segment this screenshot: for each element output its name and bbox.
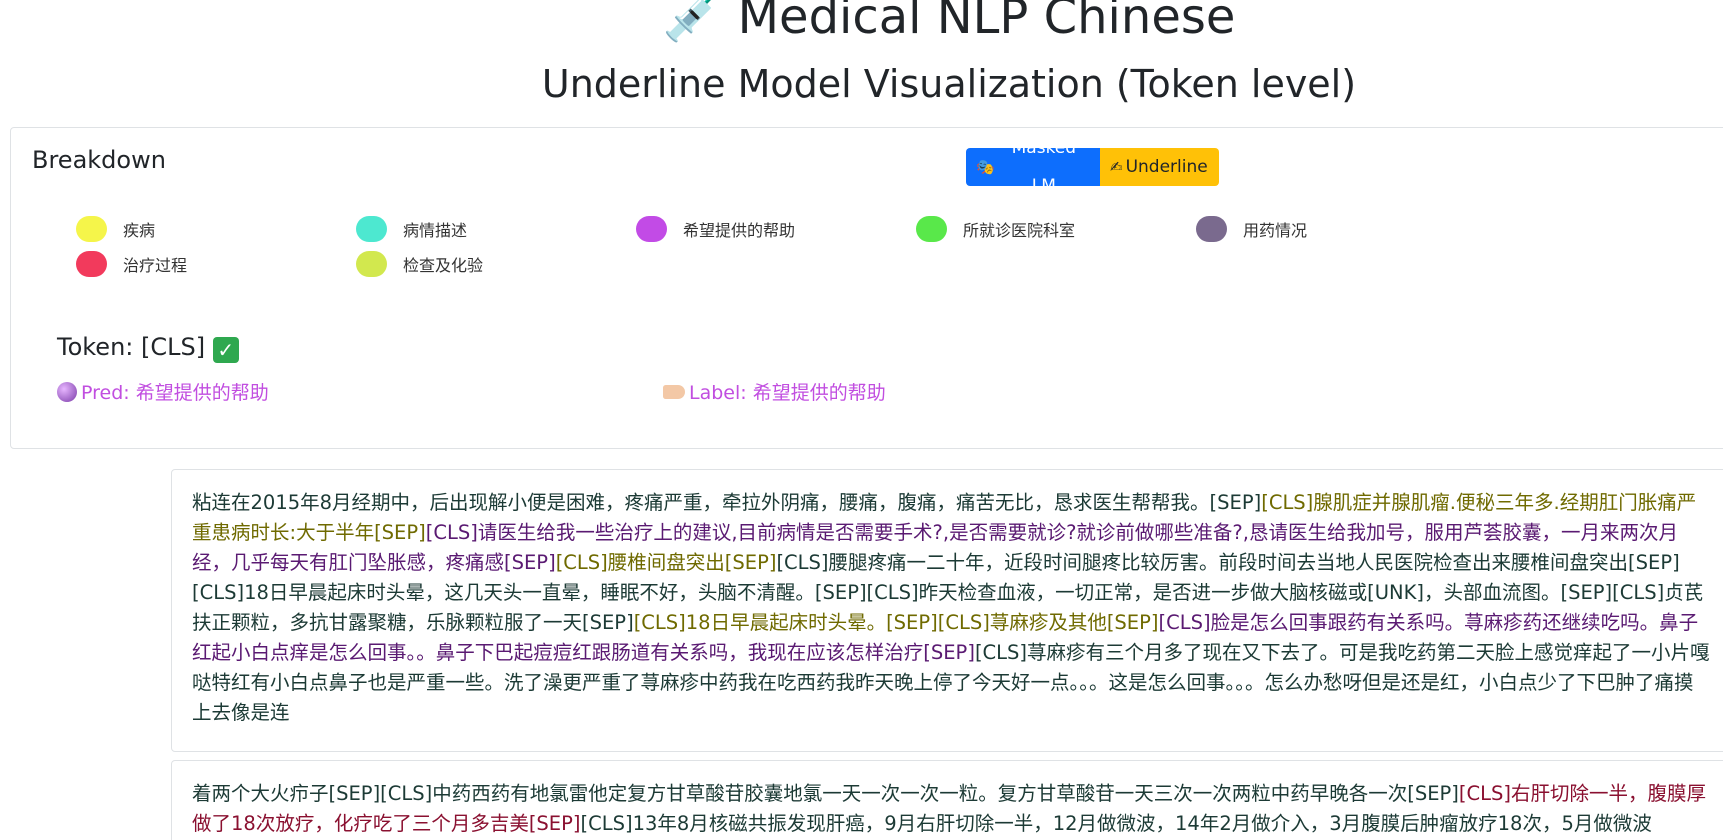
legend-item: 所就诊医院科室 bbox=[916, 216, 1075, 242]
legend-label: 希望提供的帮助 bbox=[683, 221, 796, 240]
text-sample-body: 粘连在2015年8月经期中，后出现解小便是困难，疼痛严重，牵拉外阴痛，腰痛，腹痛… bbox=[192, 488, 1712, 728]
legend-label: 检查及化验 bbox=[403, 256, 484, 275]
legend: 疾病 病情描述 希望提供的帮助 所就诊医院科室 用药情况治疗过程 检查及化验 bbox=[76, 216, 1676, 296]
legend-label: 疾病 bbox=[123, 221, 156, 240]
underline-icon: ✍ bbox=[1110, 158, 1123, 176]
text-sample-body: 着两个大火疖子[SEP][CLS]中药西药有地氯雷他定复方甘草酸苷胶囊地氯一天一… bbox=[192, 779, 1712, 839]
prediction: Pred: 希望提供的帮助 bbox=[57, 378, 269, 405]
legend-label: 所就诊医院科室 bbox=[963, 221, 1076, 240]
token-heading: Token: [CLS] ✓ bbox=[57, 333, 239, 363]
legend-color-dot bbox=[356, 216, 387, 242]
legend-color-dot bbox=[76, 251, 107, 277]
text-sample: 粘连在2015年8月经期中，后出现解小便是困难，疼痛严重，牵拉外阴痛，腰痛，腹痛… bbox=[171, 469, 1723, 752]
breakdown-title: Breakdown bbox=[32, 146, 166, 174]
legend-label: 病情描述 bbox=[403, 221, 468, 240]
legend-item: 用药情况 bbox=[1196, 216, 1307, 242]
legend-color-dot bbox=[356, 251, 387, 277]
page-subtitle: Underline Model Visualization (Token lev… bbox=[541, 62, 1357, 106]
legend-color-dot bbox=[916, 216, 947, 242]
text-segment: [CLS]13年8月核磁共振发现肝癌，9月右肝切除一半，12月做微波，14年2月… bbox=[580, 812, 1652, 835]
text-segment: [CLS]腰椎间盘突出[SEP] bbox=[555, 551, 777, 574]
legend-item: 疾病 bbox=[76, 216, 155, 242]
underline-button[interactable]: ✍ Underline bbox=[1100, 148, 1219, 186]
view-toggle-group: 🎭 Masked LM ✍ Underline bbox=[966, 138, 1219, 196]
legend-label: 治疗过程 bbox=[123, 256, 188, 275]
legend-label: 用药情况 bbox=[1243, 221, 1308, 240]
masked-lm-button[interactable]: 🎭 Masked LM bbox=[966, 138, 1100, 196]
legend-color-dot bbox=[636, 216, 667, 242]
legend-item: 检查及化验 bbox=[356, 251, 483, 277]
label-tag-icon bbox=[663, 384, 685, 399]
breakdown-card: Breakdown 🎭 Masked LM ✍ Underline 疾病 病情描述… bbox=[10, 127, 1723, 449]
text-segment: 粘连在2015年8月经期中，后出现解小便是困难，疼痛严重，牵拉外阴痛，腰痛，腹痛… bbox=[192, 491, 1262, 514]
pred-text: Pred: 希望提供的帮助 bbox=[81, 382, 269, 404]
label-text: Label: 希望提供的帮助 bbox=[689, 382, 886, 404]
legend-item: 治疗过程 bbox=[76, 251, 187, 277]
token-text: Token: [CLS] bbox=[57, 333, 213, 361]
legend-color-dot bbox=[1196, 216, 1227, 242]
underline-label: Underline bbox=[1125, 157, 1208, 177]
text-sample: 着两个大火疖子[SEP][CLS]中药西药有地氯雷他定复方甘草酸苷胶囊地氯一天一… bbox=[171, 760, 1723, 840]
check-icon: ✓ bbox=[212, 337, 239, 363]
crystal-ball-icon bbox=[57, 381, 77, 402]
legend-item: 希望提供的帮助 bbox=[636, 216, 795, 242]
gold-label: Label: 希望提供的帮助 bbox=[663, 378, 886, 405]
legend-item: 病情描述 bbox=[356, 216, 467, 242]
legend-color-dot bbox=[76, 216, 107, 242]
page-title: 💉 Medical NLP Chinese bbox=[662, 0, 1236, 45]
text-segment: [CLS]18日早晨起床时头晕。[SEP][CLS]荨麻疹及其他[SEP] bbox=[633, 611, 1159, 634]
mask-icon: 🎭 bbox=[976, 158, 995, 176]
masked-lm-label: Masked LM bbox=[1011, 138, 1077, 196]
text-segment: 着两个大火疖子[SEP][CLS]中药西药有地氯雷他定复方甘草酸苷胶囊地氯一天一… bbox=[192, 782, 1459, 805]
